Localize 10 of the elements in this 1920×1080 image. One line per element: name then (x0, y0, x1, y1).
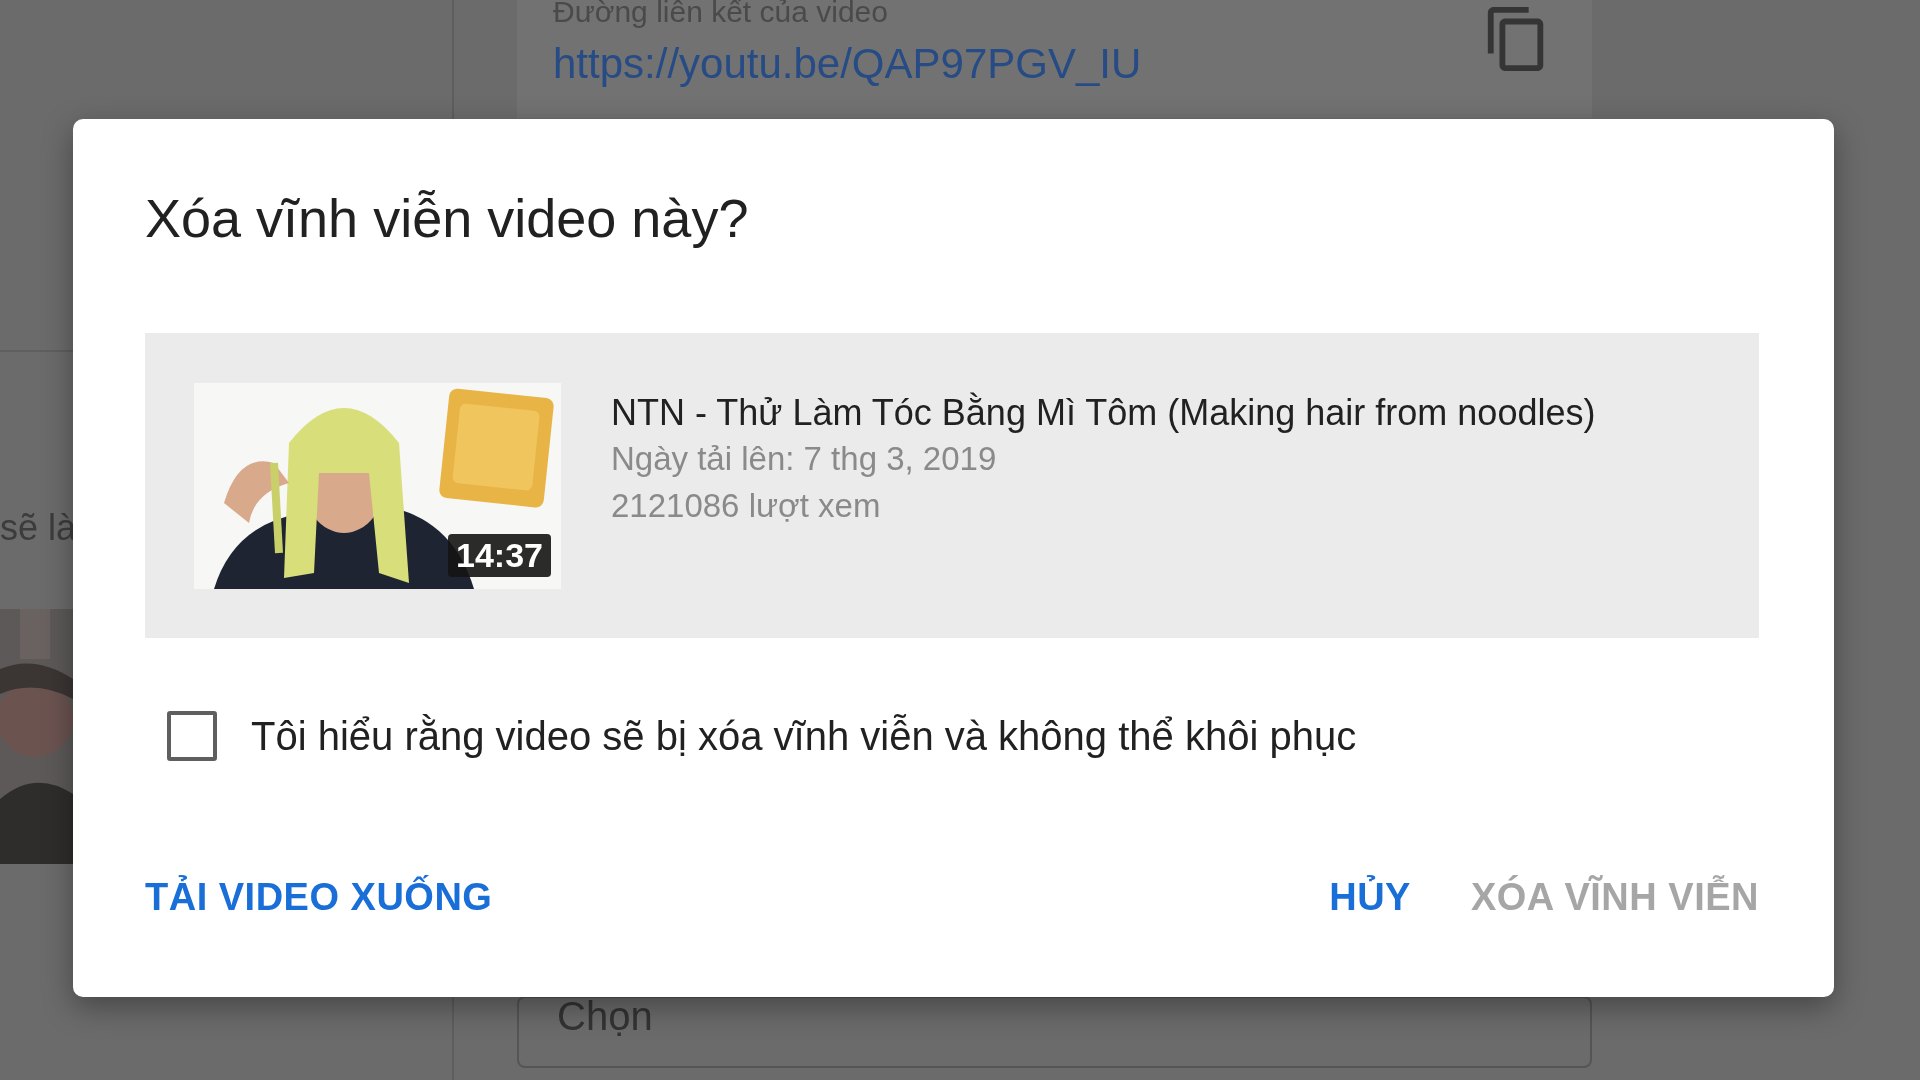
video-title: NTN - Thử Làm Tóc Bằng Mì Tôm (Making hair from noodles) (611, 391, 1596, 435)
cancel-button[interactable]: HỦY (1329, 876, 1411, 919)
checkbox[interactable] (167, 711, 217, 761)
download-button[interactable]: TẢI VIDEO XUỐNG (145, 876, 493, 919)
checkbox-label: Tôi hiểu rằng video sẽ bị xóa vĩnh viễn và không thể khôi phục (251, 713, 1357, 759)
duration-badge: 14:37 (448, 534, 551, 577)
upload-date: Ngày tải lên: 7 thg 3, 2019 (611, 439, 998, 479)
dialog-title: Xóa vĩnh viễn video này? (145, 187, 750, 250)
view-count: 2121086 lượt xem (611, 486, 882, 526)
video-link[interactable]: https://youtu.be/QAP97PGV_IU (553, 40, 1142, 88)
